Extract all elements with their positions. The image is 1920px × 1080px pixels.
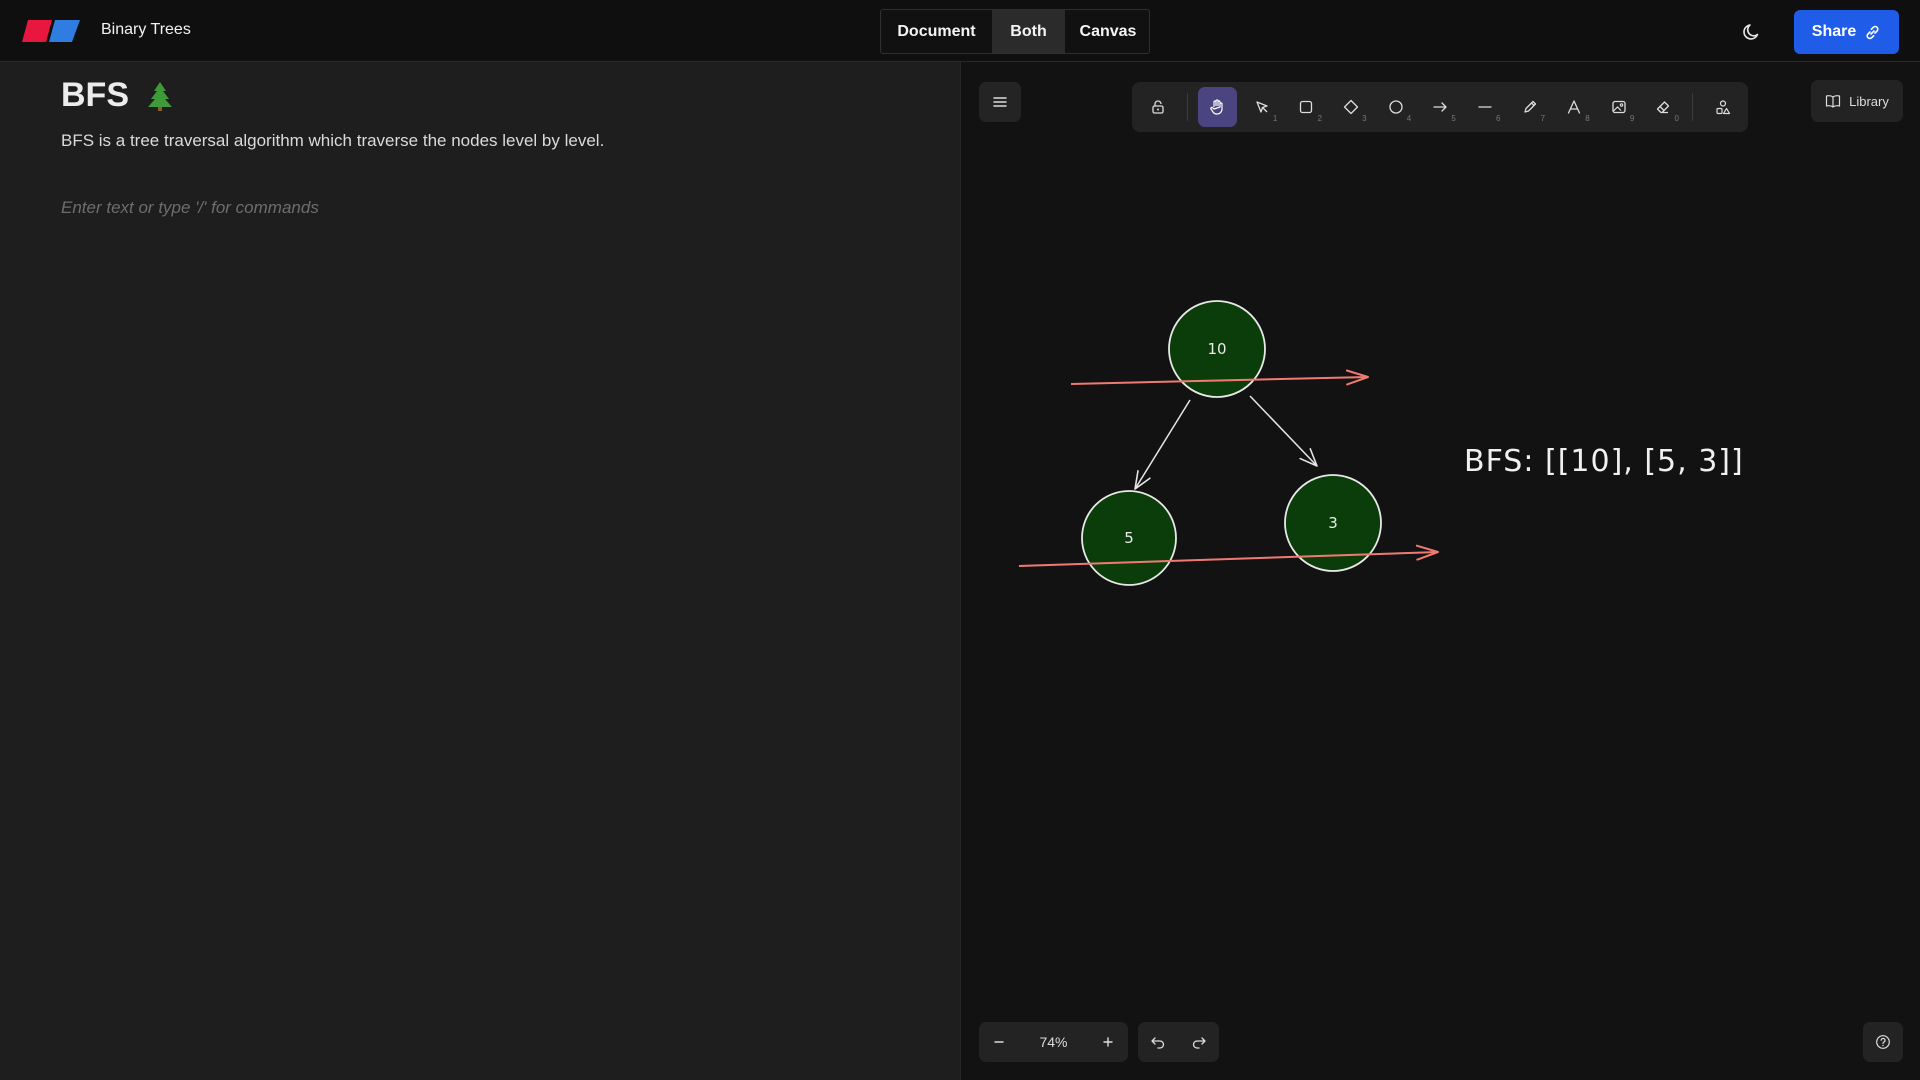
plus-icon [1103, 1037, 1113, 1047]
view-both-button[interactable]: Both [992, 10, 1065, 53]
zoom-controls: 74% [979, 1022, 1128, 1062]
node-label: 10 [1207, 340, 1226, 358]
zoom-in-button[interactable] [1088, 1022, 1128, 1062]
document-pane: BFS BFS is a tree traversal algorithm wh… [0, 62, 960, 1080]
canvas-pane[interactable]: 1 2 3 4 5 6 7 8 9 0 Library 10 5 3 BFS: … [960, 62, 1920, 1080]
edge-10-to-5[interactable] [1134, 399, 1191, 490]
moon-icon [1743, 24, 1759, 40]
share-label: Share [1811, 23, 1857, 40]
level-arrow[interactable] [1018, 544, 1439, 567]
tree-node[interactable]: 5 [1081, 490, 1177, 586]
doc-empty-block[interactable]: Enter text or type '/' for commands [61, 198, 319, 218]
view-canvas-button[interactable]: Canvas [1065, 10, 1149, 53]
undo-icon[interactable] [1150, 1035, 1166, 1049]
app-logo[interactable] [22, 20, 80, 42]
history-controls [1138, 1022, 1219, 1062]
zoom-out-button[interactable] [979, 1022, 1019, 1062]
share-button[interactable]: Share [1794, 10, 1899, 54]
theme-toggle-button[interactable] [1742, 18, 1762, 46]
doc-heading-text: BFS [61, 76, 129, 114]
document-title[interactable]: Binary Trees [101, 21, 191, 39]
top-bar: Binary Trees Document Both Canvas Share [0, 0, 1920, 62]
tree-node[interactable]: 10 [1168, 300, 1266, 398]
link-icon [1866, 25, 1879, 39]
zoom-level[interactable]: 74% [1039, 1034, 1067, 1050]
help-icon [1876, 1035, 1890, 1049]
redo-icon[interactable] [1191, 1035, 1207, 1049]
edge-10-to-3[interactable] [1249, 395, 1318, 467]
view-document-button[interactable]: Document [881, 10, 992, 53]
view-mode-switch: Document Both Canvas [880, 9, 1150, 54]
help-button[interactable] [1863, 1022, 1903, 1062]
bfs-result-text[interactable]: BFS: [[10], [5, 3]] [1464, 444, 1744, 479]
doc-heading[interactable]: BFS [61, 76, 173, 115]
node-label: 5 [1124, 529, 1134, 547]
minus-icon [994, 1041, 1004, 1043]
doc-paragraph[interactable]: BFS is a tree traversal algorithm which … [61, 131, 604, 151]
canvas-drawing: 10 5 3 BFS: [[10], [5, 3]] [1018, 300, 1744, 586]
node-label: 3 [1328, 514, 1338, 532]
evergreen-tree-icon [148, 81, 172, 111]
